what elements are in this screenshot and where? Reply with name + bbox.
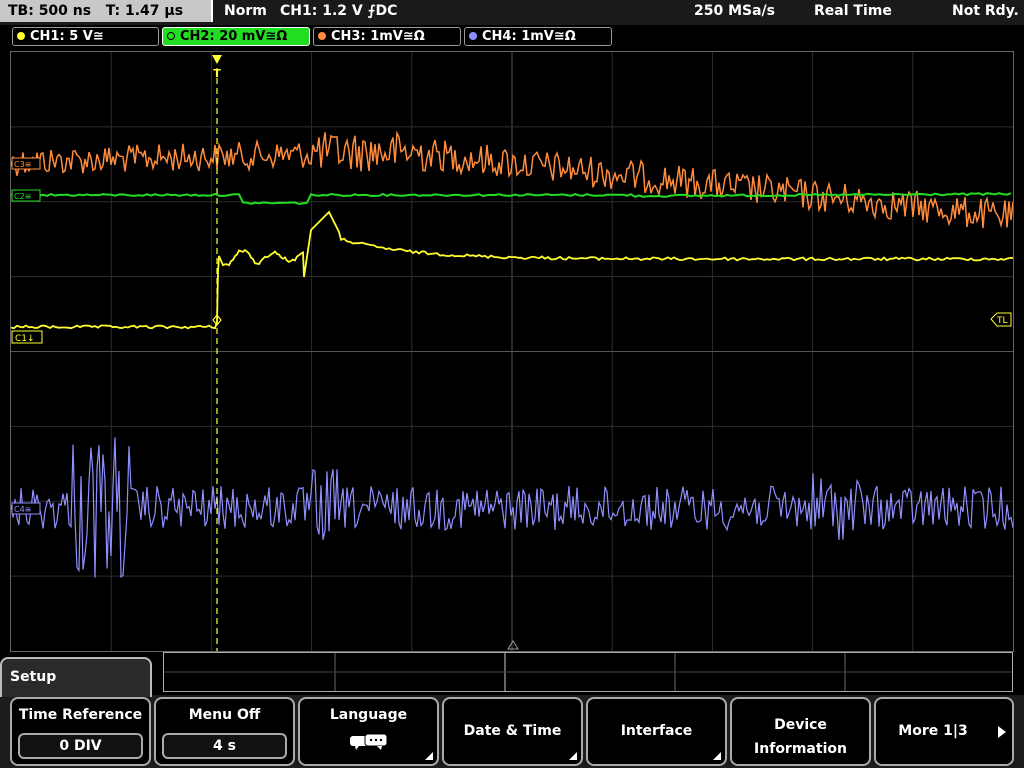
time-reference-button[interactable]: Time Reference 0 DIV xyxy=(10,697,151,766)
more-button[interactable]: More 1|3 xyxy=(874,697,1014,766)
sample-rate: 250 MSa/s xyxy=(694,3,776,19)
svg-text:TL: TL xyxy=(996,316,1008,326)
trigger-mode[interactable]: Norm xyxy=(224,0,267,22)
interface-button[interactable]: Interface xyxy=(586,697,727,766)
submenu-corner-icon xyxy=(425,752,433,760)
acquisition-mode: Real Time xyxy=(814,3,892,19)
menu-off-value: 4 s xyxy=(162,733,287,759)
trigger-info[interactable]: CH1: 1.2 V ⨍DC xyxy=(280,0,397,22)
more-label: More 1|3 xyxy=(898,723,968,739)
channel-4-label: CH4: 1mV≅Ω xyxy=(482,29,576,44)
trigger-level-marker[interactable]: TL xyxy=(990,312,1012,327)
channel-1-marker[interactable]: C1↓ xyxy=(11,330,43,344)
waveform-canvas: T C1↓ C2≅ C3≅ C4≅ TL xyxy=(11,52,1013,651)
time-reference-label: Time Reference xyxy=(18,707,143,723)
channel-2-color-icon xyxy=(167,32,175,40)
date-time-button[interactable]: Date & Time xyxy=(442,697,583,766)
device-information-label-line1: Device xyxy=(774,717,827,733)
channel-3-tab[interactable]: CH3: 1mV≅Ω xyxy=(313,27,461,46)
time-reference-value: 0 DIV xyxy=(18,733,143,759)
svg-text:C1↓: C1↓ xyxy=(15,334,35,344)
zoom-overview-bar xyxy=(163,652,1013,692)
svg-text:C4≅: C4≅ xyxy=(14,505,31,514)
menu-off-button[interactable]: Menu Off 4 s xyxy=(154,697,295,766)
trigger-time-value: T: 1.47 µs xyxy=(105,3,184,19)
channel-3-label: CH3: 1mV≅Ω xyxy=(331,29,425,44)
setup-menu-tab[interactable]: Setup xyxy=(0,657,152,697)
device-information-label-line2: Information xyxy=(754,741,847,757)
interface-label: Interface xyxy=(620,723,693,739)
timebase-value: TB: 500 ns xyxy=(8,3,92,19)
acquisition-state: Not Rdy. xyxy=(952,3,1019,19)
channel-1-color-icon xyxy=(17,32,25,40)
channel-4-marker[interactable]: C4≅ xyxy=(11,502,41,515)
waveform-display[interactable]: T C1↓ C2≅ C3≅ C4≅ TL xyxy=(10,51,1014,652)
trigger-position-marker[interactable]: T xyxy=(212,55,222,80)
channel-1-label: CH1: 5 V≅ xyxy=(30,29,104,44)
speech-bubbles-icon xyxy=(350,733,388,750)
device-information-button[interactable]: Device Information xyxy=(730,697,871,766)
channel-3-marker[interactable]: C3≅ xyxy=(11,157,41,170)
channel-2-tab[interactable]: CH2: 20 mV≅Ω xyxy=(162,27,310,46)
date-time-label: Date & Time xyxy=(463,723,562,739)
language-button[interactable]: Language xyxy=(298,697,439,766)
grid xyxy=(11,52,1013,651)
language-label: Language xyxy=(329,707,408,723)
svg-text:C3≅: C3≅ xyxy=(14,160,31,169)
trigger-position-label: T xyxy=(213,67,221,80)
time-reference-icon xyxy=(507,640,519,650)
submenu-corner-icon xyxy=(569,752,577,760)
submenu-corner-icon xyxy=(713,752,721,760)
timebase-indicator[interactable]: TB: 500 ns T: 1.47 µs xyxy=(0,0,213,22)
channel-1-tab[interactable]: CH1: 5 V≅ xyxy=(12,27,159,46)
next-page-icon xyxy=(998,726,1006,738)
svg-text:C2≅: C2≅ xyxy=(14,192,31,201)
channel-2-marker[interactable]: C2≅ xyxy=(11,189,41,202)
channel-4-color-icon xyxy=(469,32,477,40)
channel-2-label: CH2: 20 mV≅Ω xyxy=(180,29,288,44)
menu-off-label: Menu Off xyxy=(188,707,261,723)
channel-4-tab[interactable]: CH4: 1mV≅Ω xyxy=(464,27,612,46)
channel-3-color-icon xyxy=(318,32,326,40)
